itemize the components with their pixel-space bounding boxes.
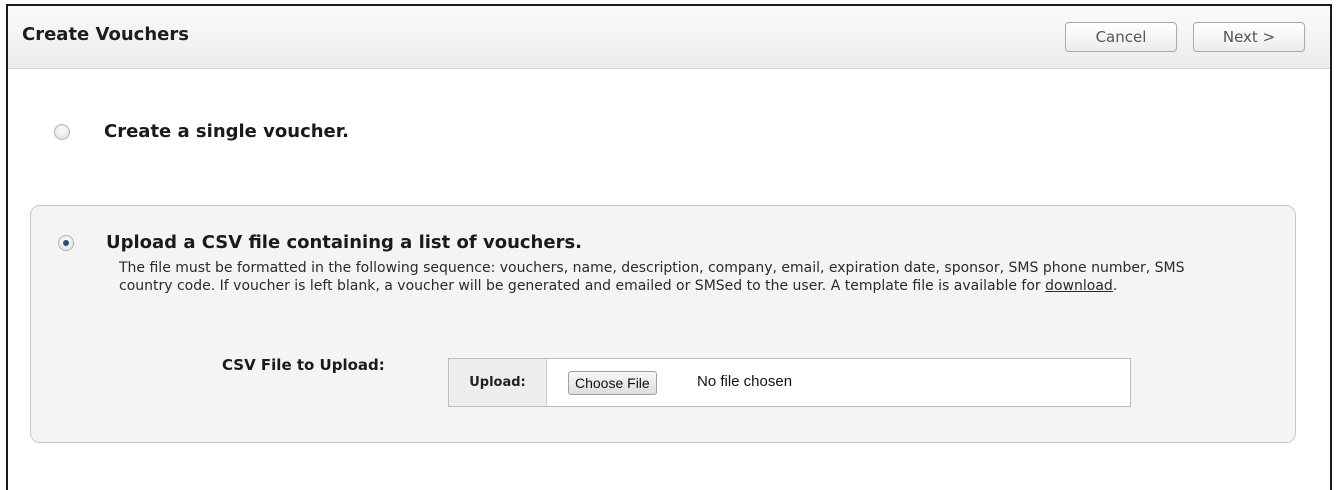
csv-format-description: The file must be formatted in the follow… [119,259,1229,295]
file-status-text: No file chosen [697,373,793,390]
description-text: The file must be formatted in the follow… [119,260,1185,294]
file-upload-field: Upload: Choose File No file chosen [448,358,1131,407]
single-voucher-radio[interactable] [54,124,70,140]
page-title: Create Vouchers [22,24,189,45]
description-end: . [1112,278,1118,294]
cancel-button[interactable]: Cancel [1065,22,1177,52]
csv-file-label: CSV File to Upload: [222,356,385,374]
single-voucher-label[interactable]: Create a single voucher. [104,121,349,142]
header-bar: Create Vouchers Cancel Next > [8,6,1330,69]
next-button[interactable]: Next > [1193,22,1305,52]
csv-upload-label[interactable]: Upload a CSV file containing a list of v… [106,232,582,253]
choose-file-button[interactable]: Choose File [568,371,657,395]
csv-upload-radio[interactable] [58,235,74,251]
download-link[interactable]: download [1045,278,1113,294]
upload-tag: Upload: [449,359,547,406]
